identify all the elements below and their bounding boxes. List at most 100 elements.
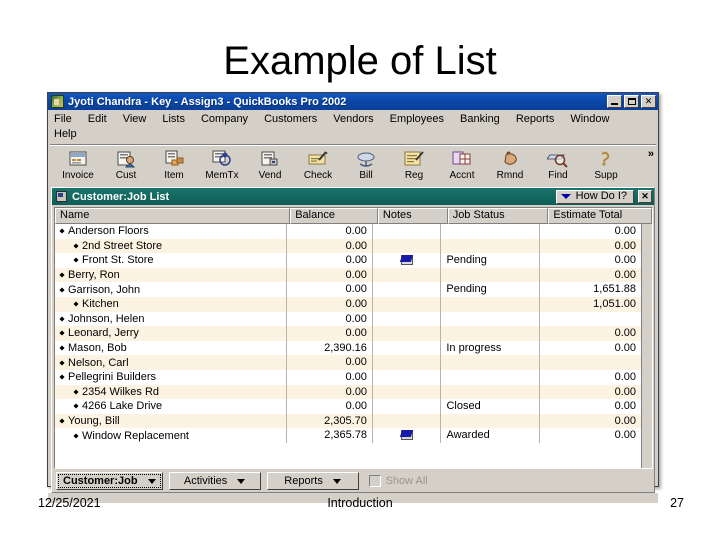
table-row[interactable]: Kitchen 0.00 1,051.00 — [55, 296, 641, 312]
menu-item-employees[interactable]: Employees — [390, 112, 453, 127]
toolbar-label-vend: Vend — [258, 170, 282, 181]
menu-item-window[interactable]: Window — [570, 112, 618, 127]
show-all-checkbox[interactable] — [368, 475, 381, 487]
cell-name-text: Front St. Store — [82, 254, 154, 267]
toolbar-button-find[interactable]: Find — [534, 148, 582, 181]
cell-name-text: Leonard, Jerry — [68, 327, 139, 340]
customer-job-menu-label: Customer:Job — [63, 475, 138, 487]
cell-balance: 0.00 — [285, 282, 372, 297]
menu-item-lists[interactable]: Lists — [162, 112, 194, 127]
menu-item-view[interactable]: View — [123, 112, 156, 127]
note-pencil-icon[interactable] — [400, 430, 413, 441]
table-row[interactable]: 2354 Wilkes Rd 0.00 0.00 — [55, 384, 641, 400]
menu-item-banking[interactable]: Banking — [460, 112, 509, 127]
toolbar-button-item[interactable]: Item — [150, 148, 198, 181]
cell-notes — [371, 282, 440, 297]
menu-bar: File Edit View Lists Company Customers V… — [48, 110, 658, 143]
toolbar-button-supp[interactable]: Supp — [582, 148, 630, 181]
toolbar-label-cust: Cust — [115, 170, 137, 181]
toolbar-button-bill[interactable]: Bill — [342, 148, 390, 181]
cell-balance: 0.00 — [285, 296, 372, 312]
cell-notes — [371, 311, 440, 327]
toolbar-button-accnt[interactable]: Accnt — [438, 148, 486, 181]
table-row[interactable]: Mason, Bob 2,390.16 In progress 0.00 — [55, 340, 641, 356]
table-row[interactable]: Anderson Floors 0.00 0.00 — [55, 224, 641, 239]
table-row[interactable]: Johnson, Helen 0.00 — [55, 311, 641, 327]
column-header-notes[interactable]: Notes — [377, 208, 448, 224]
toolbar-button-check[interactable]: Check — [294, 148, 342, 181]
cell-notes — [371, 267, 440, 283]
maximize-button[interactable] — [624, 95, 639, 108]
customer-job-menu-button[interactable]: Customer:Job — [56, 472, 163, 490]
cell-notes — [372, 238, 440, 254]
check-icon — [307, 149, 329, 169]
cell-name-text: Johnson, Helen — [68, 312, 145, 325]
menu-item-customers[interactable]: Customers — [264, 112, 326, 127]
activities-menu-button[interactable]: Activities — [168, 472, 261, 490]
cell-name: Young, Bill — [55, 414, 286, 429]
cell-job-status — [440, 384, 539, 400]
bullet-diamond-icon — [73, 433, 79, 439]
cell-notes — [372, 253, 440, 268]
table-row[interactable]: Young, Bill 2,305.70 0.00 — [55, 413, 641, 429]
table-row[interactable]: Leonard, Jerry 0.00 0.00 — [55, 326, 641, 341]
minimize-button[interactable] — [607, 95, 622, 108]
toolbar-overflow-chevron[interactable]: » — [648, 148, 654, 160]
table-row[interactable]: Pellegrini Builders 0.00 0.00 — [55, 369, 641, 385]
cell-job-status: Pending — [440, 253, 539, 268]
cell-balance: 0.00 — [285, 355, 372, 370]
toolbar-button-vend[interactable]: Vend — [246, 148, 294, 181]
vertical-scrollbar[interactable] — [641, 224, 652, 468]
menu-item-company[interactable]: Company — [201, 112, 257, 127]
note-pencil-icon[interactable] — [400, 255, 413, 266]
chevron-down-icon — [237, 478, 246, 484]
chevron-down-icon — [332, 478, 341, 484]
cell-estimate-total: 0.00 — [539, 224, 641, 239]
toolbar-label-check: Check — [303, 170, 333, 181]
table-row[interactable]: Garrison, John 0.00 Pending 1,651.88 — [55, 282, 641, 297]
menu-item-vendors[interactable]: Vendors — [333, 112, 382, 127]
list-window-button-bar: Customer:Job Activities Reports Show All — [52, 470, 654, 492]
customer-job-list-title-bar: Customer:Job List How Do I? ✕ — [52, 188, 654, 205]
table-row[interactable]: Berry, Ron 0.00 0.00 — [55, 267, 641, 283]
table-row[interactable]: Window Replacement 2,365.78 Awarded 0.00 — [55, 428, 641, 443]
show-all-checkbox-group[interactable]: Show All — [368, 475, 428, 487]
find-icon — [546, 149, 569, 169]
cell-job-status: Awarded — [440, 428, 539, 443]
application-title: Jyoti Chandra - Key - Assign3 - QuickBoo… — [68, 95, 347, 108]
item-icon — [163, 149, 185, 169]
table-row[interactable]: Front St. Store 0.00 Pending 0.00 — [55, 253, 641, 268]
menu-item-help[interactable]: Help — [54, 127, 86, 142]
list-window-close-button[interactable]: ✕ — [638, 190, 652, 203]
cell-name-text: Kitchen — [82, 298, 119, 311]
cell-name: Kitchen — [55, 297, 286, 312]
cell-notes — [371, 413, 440, 429]
table-row[interactable]: 2nd Street Store 0.00 0.00 — [55, 238, 641, 254]
toolbar-label-bill: Bill — [359, 170, 373, 181]
menu-item-file[interactable]: File — [54, 112, 81, 127]
close-button[interactable]: ✕ — [641, 95, 656, 108]
cell-name-text: Garrison, John — [68, 283, 141, 296]
how-do-i-label: How Do I? — [575, 190, 627, 202]
toolbar-button-invoice[interactable]: Invoice — [54, 148, 102, 181]
cell-name: Front St. Store — [55, 253, 286, 268]
cell-name: 2nd Street Store — [55, 239, 286, 254]
toolbar-button-memtx[interactable]: MemTx — [198, 148, 246, 181]
toolbar-button-rmnd[interactable]: Rmnd — [486, 148, 534, 181]
menu-item-reports[interactable]: Reports — [516, 112, 564, 127]
reports-menu-button[interactable]: Reports — [266, 472, 359, 490]
how-do-i-button[interactable]: How Do I? — [555, 189, 634, 204]
toolbar-button-reg[interactable]: Reg — [390, 148, 438, 181]
column-header-name[interactable]: Name — [55, 208, 291, 224]
bullet-diamond-icon — [73, 403, 79, 409]
column-header-estimate-total[interactable]: Estimate Total — [548, 208, 652, 224]
cell-job-status — [440, 267, 539, 283]
toolbar-button-cust[interactable]: Cust — [102, 148, 150, 181]
column-header-balance[interactable]: Balance — [290, 208, 378, 224]
cell-name-text: Berry, Ron — [68, 269, 120, 282]
column-header-job-status[interactable]: Job Status — [447, 208, 549, 224]
table-row[interactable]: Nelson, Carl 0.00 — [55, 355, 641, 370]
table-row[interactable]: 4266 Lake Drive 0.00 Closed 0.00 — [55, 399, 641, 414]
cell-name: Johnson, Helen — [55, 312, 286, 327]
menu-item-edit[interactable]: Edit — [88, 112, 116, 127]
